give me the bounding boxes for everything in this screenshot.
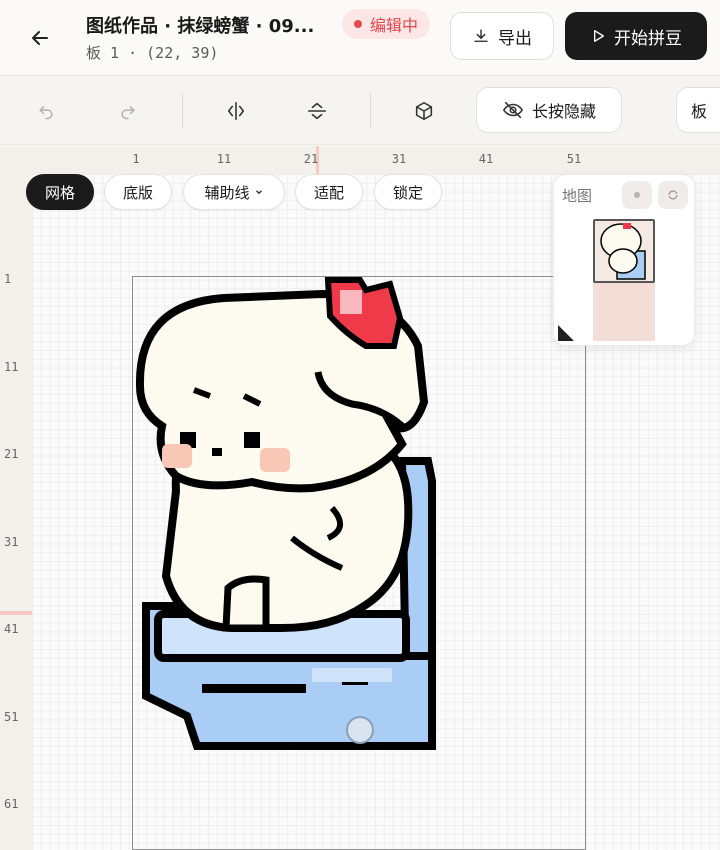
flip-horizontal-icon [227,101,245,121]
toolbar-divider [370,93,371,129]
fit-label: 适配 [313,183,344,202]
ruler-left: 1 11 21 31 41 51 61 [0,146,32,850]
ruler-tick: 61 [4,797,19,811]
guides-dropdown-chip[interactable]: 辅助线 [183,174,285,210]
back-button[interactable] [22,20,58,56]
flip-vertical-icon [307,102,327,120]
fit-chip[interactable]: 适配 [295,174,363,210]
ruler-tick: 41 [478,152,494,166]
minimap-label: 地图 [562,187,593,205]
ruler-tick: 1 [4,272,12,286]
undo-icon [39,106,53,120]
guides-dropdown-label: 辅助线 [204,183,250,202]
ruler-tick: 31 [4,535,19,549]
ruler-tick: 11 [4,360,19,374]
flip-horizontal-button[interactable] [216,91,256,131]
export-button[interactable]: 导出 [450,12,554,60]
minimap-refresh-button[interactable] [658,181,688,209]
start-beading-label: 开始拼豆 [614,28,682,49]
ruler-cursor-marker [0,611,32,615]
minimap-zoom-button[interactable] [622,181,652,209]
lock-chip[interactable]: 锁定 [374,174,442,210]
blush [162,444,192,468]
refresh-icon [668,190,678,200]
ruler-top: 1 11 21 31 41 51 [0,146,720,174]
app-header: 图纸作品 · 抹绿螃蟹 · 09... 板 1 · (22, 39) 编辑中 导… [0,0,720,76]
minimap-viewport[interactable] [593,219,655,283]
export-button-label: 导出 [498,28,532,49]
download-icon [474,29,488,42]
minimap-thumbnail [600,223,646,280]
board-selector[interactable]: 板 [676,87,720,133]
ruler-tick: 51 [4,710,19,724]
3d-view-button[interactable] [404,91,444,131]
bow-highlight [340,290,362,314]
grid-toggle-label: 网格 [44,183,75,202]
ruler-tick: 51 [566,152,582,166]
eye-off-icon [502,101,524,119]
redo-button[interactable] [108,91,148,131]
toilet-flush-button [346,716,374,744]
minimap-panel[interactable]: 地图 [553,174,695,346]
ruler-tick: 11 [216,152,232,166]
lock-label: 锁定 [392,183,423,202]
blush [260,448,290,472]
bead-pattern[interactable] [132,276,586,850]
play-icon [594,30,604,42]
toilet-highlight [312,668,392,682]
status-dot [354,20,362,28]
leg-shape [222,575,270,632]
ruler-tick: 1 [132,152,140,166]
undo-button[interactable] [26,91,66,131]
minimap-resize-handle[interactable] [558,325,574,341]
toilet-stripe [202,684,306,693]
toolbar-divider [182,93,183,129]
edit-toolbar: 长按隐藏 板 [0,77,720,145]
base-toggle-label: 底版 [122,183,153,202]
ruler-tick: 41 [4,622,19,636]
hold-to-hide-label: 长按隐藏 [531,102,596,121]
pattern-canvas[interactable]: 1 11 21 31 41 51 1 11 21 31 41 51 61 网格 … [0,146,720,850]
dot-icon [634,192,640,198]
eye [244,432,260,448]
ruler-tick: 21 [4,447,19,461]
hold-to-hide-button[interactable]: 长按隐藏 [476,87,622,133]
status-badge: 编辑中 [342,9,431,39]
start-beading-button[interactable]: 开始拼豆 [565,12,707,60]
board-position: 板 1 · (22, 39) [86,44,219,62]
redo-icon [121,106,135,120]
ruler-tick: 31 [391,152,407,166]
grid-toggle-chip[interactable]: 网格 [26,174,94,210]
ruler-tick: 21 [303,152,319,166]
base-toggle-chip[interactable]: 底版 [104,174,172,210]
cube-icon [415,101,433,121]
board-selector-label: 板 [691,102,708,121]
mouth [212,448,222,456]
page-title: 图纸作品 · 抹绿螃蟹 · 09... [86,16,315,37]
chevron-down-icon [255,190,262,195]
flip-vertical-button[interactable] [297,91,337,131]
arrow-left-icon [32,31,48,45]
status-badge-label: 编辑中 [370,16,419,35]
